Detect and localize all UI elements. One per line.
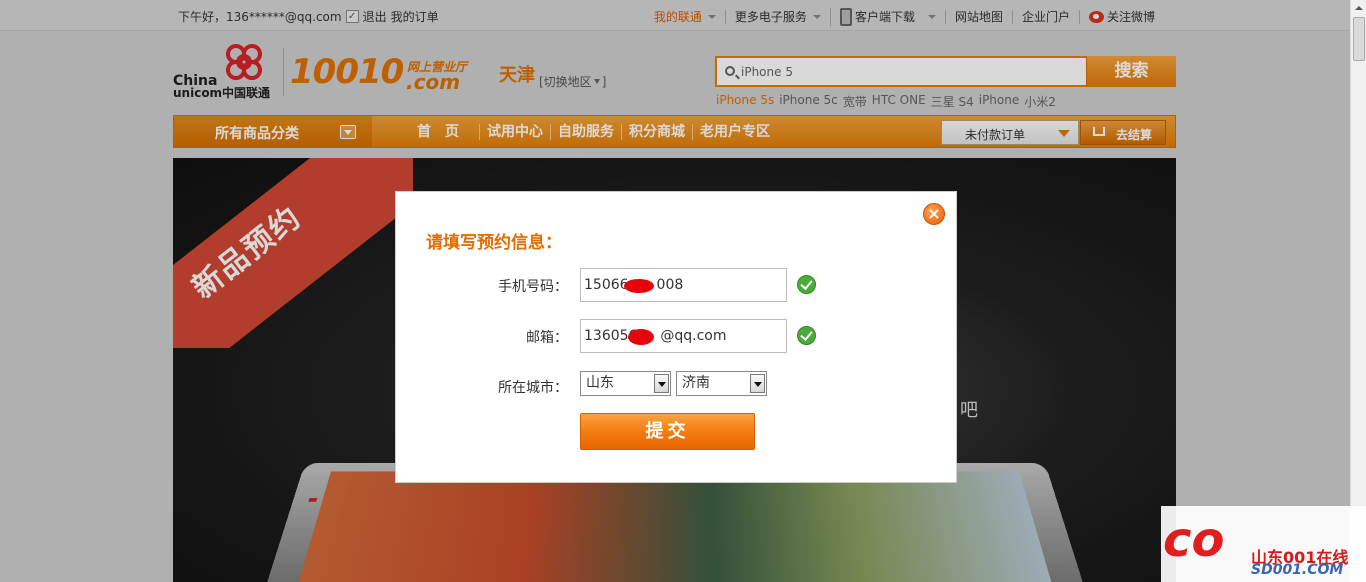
logout-link[interactable]: 退出: [363, 8, 387, 25]
phone-field[interactable]: 15066 008: [580, 268, 787, 302]
brand-domain: .com: [406, 70, 461, 94]
nav-item-home[interactable]: 首 页: [403, 124, 479, 140]
checkout-button[interactable]: 去结算: [1080, 120, 1166, 145]
chevron-down-icon: [812, 15, 821, 19]
hot-search-words: iPhone 5s iPhone 5c 宽带 HTC ONE 三星 S4 iPh…: [716, 93, 1056, 110]
checkout-label: 去结算: [1116, 128, 1153, 142]
dialog-title: 请填写预约信息：: [426, 233, 562, 253]
hotword-link[interactable]: 宽带: [843, 93, 867, 110]
logo-unicom-text: unicom中国联通: [173, 86, 271, 100]
hotword-link[interactable]: 小米2: [1024, 93, 1056, 110]
mobile-phone-icon: [839, 8, 852, 26]
email-field[interactable]: 1360565 @qq.com: [580, 319, 787, 353]
hotword-link[interactable]: iPhone 5s: [716, 93, 774, 110]
search-input[interactable]: [741, 61, 1081, 83]
check-icon: [797, 275, 816, 294]
redaction-mark: [628, 329, 654, 345]
all-categories-button[interactable]: 所有商品分类: [174, 116, 372, 147]
bracket-close: ]: [601, 74, 607, 89]
new-product-ribbon: 新品预约: [173, 158, 413, 348]
triangle-down-icon: [593, 79, 600, 84]
top-bar: 下午好，136******@qq.com ✓ 退出 我的订单 我的联通 更多电子…: [0, 0, 1350, 31]
email-value: 1360565 @qq.com: [584, 328, 727, 344]
greeting-text: 下午好，136******@qq.com: [178, 10, 342, 24]
city-label: 所在城市：: [498, 380, 568, 396]
phone-screen: [297, 471, 1053, 582]
phone-label: 手机号码：: [498, 279, 568, 295]
cart-icon: [1093, 127, 1105, 136]
logo-divider: [283, 48, 284, 96]
email-label: 邮箱：: [526, 330, 568, 346]
switch-region-link[interactable]: [切换地区]: [539, 73, 606, 90]
enterprise-portal-label: 企业门户: [1021, 10, 1070, 24]
city-value: 济南: [682, 375, 710, 391]
watermark-site: SD001.COM: [1251, 562, 1344, 578]
dropdown-arrow-icon: [750, 374, 765, 393]
sd001-watermark: co 山东001在线 SD001.COM: [1161, 506, 1366, 582]
brand-number: 10010: [290, 52, 404, 92]
reservation-dialog: × 请填写预约信息： 手机号码： 15066 008 邮箱： 1360565 @…: [395, 191, 957, 483]
top-links: 我的联通 更多电子服务 客户端下载 网站地图 企业门户 关注微博: [645, 8, 1164, 26]
nav-item-points-mall[interactable]: 积分商城: [621, 124, 692, 140]
client-download-label: 客户端下载: [854, 10, 915, 24]
unpaid-orders-dropdown[interactable]: 未付款订单: [941, 120, 1079, 145]
checkbox-icon: ✓: [345, 10, 359, 23]
current-city: 天津: [499, 65, 535, 86]
province-select[interactable]: 山东: [580, 371, 671, 396]
banner-slogan: 吧: [960, 400, 978, 421]
dropdown-arrow-icon: [340, 125, 356, 139]
follow-weibo-label: 关注微博: [1106, 10, 1155, 24]
main-nav-bar: 所有商品分类 首 页 试用中心 自助服务 积分商城 老用户专区 未付款订单 去结…: [173, 115, 1176, 148]
search-button[interactable]: 搜索: [1086, 56, 1176, 87]
page-scrollbar[interactable]: [1350, 0, 1366, 582]
client-download-menu[interactable]: 客户端下载: [829, 8, 945, 26]
search-icon: [725, 66, 735, 76]
hotword-link[interactable]: HTC ONE: [872, 93, 926, 110]
china-unicom-logo[interactable]: China unicom中国联通: [172, 42, 284, 100]
switch-region-label: [切换地区: [539, 75, 592, 89]
close-icon[interactable]: ×: [923, 203, 945, 225]
follow-weibo-link[interactable]: 关注微博: [1078, 10, 1164, 24]
site-map-label: 网站地图: [954, 10, 1003, 24]
site-map-link[interactable]: 网站地图: [944, 10, 1012, 24]
hotword-link[interactable]: iPhone 5c: [779, 93, 838, 110]
more-services-label: 更多电子服务: [734, 10, 807, 24]
watermark-logo: co: [1163, 512, 1225, 568]
nav-item-existing-users[interactable]: 老用户专区: [692, 124, 777, 140]
unicom-knot-icon: [226, 44, 262, 80]
hotword-link[interactable]: iPhone: [979, 93, 1020, 110]
hotword-link[interactable]: 三星 S4: [931, 93, 974, 110]
scroll-up-icon[interactable]: [1351, 0, 1366, 16]
my-orders-link[interactable]: 我的订单: [391, 8, 439, 25]
chevron-down-icon: [1058, 130, 1070, 137]
my-unicom-menu[interactable]: 我的联通: [645, 10, 725, 24]
chevron-down-icon: [927, 15, 936, 19]
chevron-down-icon: [707, 15, 716, 19]
unpaid-orders-label: 未付款订单: [965, 128, 1026, 142]
search-box: 搜索: [715, 56, 1176, 87]
province-value: 山东: [586, 375, 614, 391]
nav-item-trial-center[interactable]: 试用中心: [479, 124, 550, 140]
redaction-mark: [624, 279, 654, 293]
dropdown-arrow-icon: [654, 374, 669, 393]
submit-button[interactable]: 提交: [580, 413, 755, 450]
city-select[interactable]: 济南: [676, 371, 767, 396]
all-categories-label: 所有商品分类: [215, 126, 299, 142]
more-services-menu[interactable]: 更多电子服务: [724, 10, 830, 24]
10010-brand-logo[interactable]: 10010 网上营业厅 .com: [290, 52, 475, 96]
scrollbar-thumb[interactable]: [1353, 17, 1365, 61]
enterprise-portal-link[interactable]: 企业门户: [1011, 10, 1079, 24]
weibo-icon: [1088, 11, 1104, 23]
phone-indicator: [308, 498, 318, 502]
nav-item-self-service[interactable]: 自助服务: [550, 124, 621, 140]
user-greeting-area: 下午好，136******@qq.com ✓ 退出 我的订单: [178, 8, 439, 25]
nav-links: 首 页 试用中心 自助服务 积分商城 老用户专区: [403, 124, 777, 140]
check-icon: [797, 326, 816, 345]
my-unicom-label: 我的联通: [653, 10, 702, 24]
